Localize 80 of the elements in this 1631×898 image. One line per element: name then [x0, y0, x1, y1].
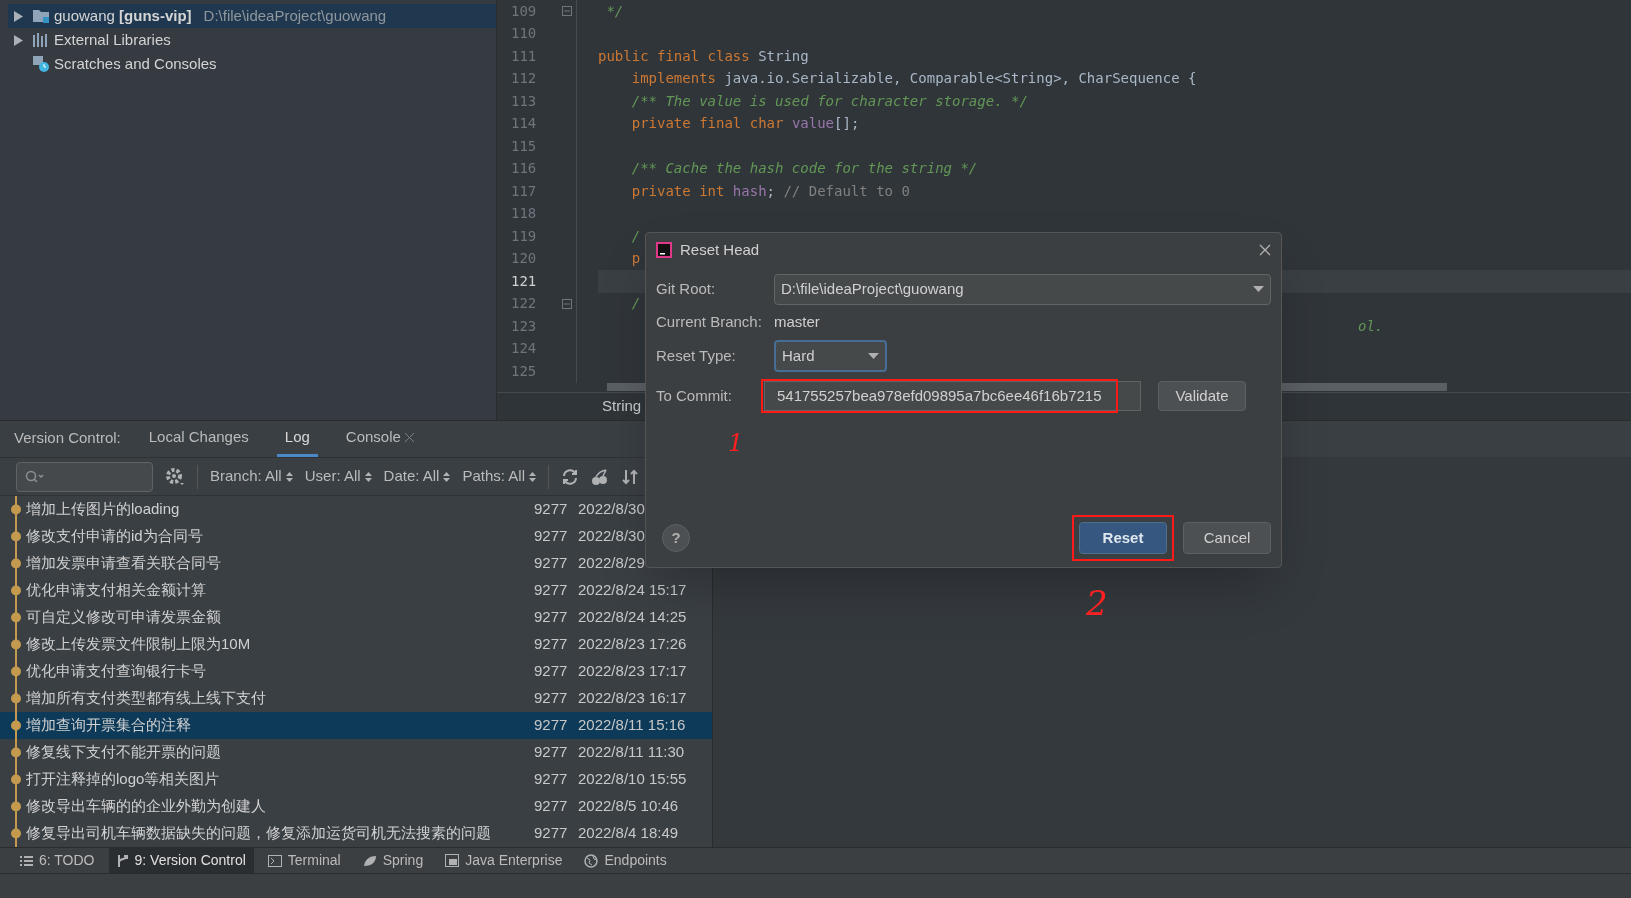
commit-date: 2022/8/30: [578, 527, 645, 545]
field-label: Current Branch:: [656, 311, 763, 332]
commit-message: 增加查询开票集合的注释: [26, 715, 192, 736]
code-line: /** The value is used for character storage. */: [630, 91, 1028, 111]
commit-message: 优化申请支付相关金额计算: [26, 580, 207, 601]
module-path: D:\file\ideaProject\guowang: [203, 5, 387, 26]
line-number: 113: [511, 91, 537, 111]
commit-author: 9277: [534, 580, 569, 601]
commit-date: 2022/8/23 16:17: [578, 689, 687, 707]
commit-author: 9277: [534, 715, 569, 736]
commit-message: 打开注释掉的logo等相关图片: [26, 769, 221, 790]
commit-author: 9277: [534, 742, 569, 763]
code-line: p: [630, 249, 641, 269]
code-line: */: [605, 1, 624, 21]
commit-date: 2022/8/11 15:16: [578, 716, 686, 734]
line-number: 109: [511, 1, 537, 21]
line-number: 116: [511, 159, 537, 179]
commit-message: 修复线下支付不能开票的问题: [26, 742, 222, 763]
line-number: 124: [511, 339, 537, 359]
commit-date: 2022/8/24 15:17: [578, 581, 687, 599]
line-number: 123: [511, 316, 537, 336]
line-number: 117: [511, 181, 537, 201]
commit-date: 2022/8/10 15:55: [578, 770, 687, 788]
commit-date: 2022/8/11 11:30: [578, 743, 685, 761]
commit-message: 修改上传发票文件限制上限为10M: [26, 634, 252, 655]
line-number: 114: [511, 114, 537, 134]
code-line: private int hash; // Default to 0: [630, 181, 910, 201]
line-number: 120: [511, 249, 537, 269]
commit-author: 9277: [534, 769, 569, 790]
commit-author: 9277: [534, 607, 569, 628]
code-line: /** Cache the hash code for the string */: [630, 159, 978, 179]
commit-message: 修改导出车辆的的企业外勤为创建人: [26, 796, 267, 817]
code-line: private final char value[];: [630, 114, 860, 134]
commit-author: 9277: [534, 634, 569, 655]
commit-date: 2022/8/29: [578, 554, 645, 572]
commit-author: 9277: [534, 499, 569, 520]
commit-date: 2022/8/4 18:49: [578, 824, 679, 842]
line-number: 115: [511, 136, 537, 156]
commit-date: 2022/8/30: [578, 500, 645, 518]
code-line: implements java.io.Serializable, Comparable<String>, CharSequence {: [630, 69, 1197, 89]
commit-date: 2022/8/24 14:25: [578, 608, 687, 626]
dialog-title: Reset Head: [680, 239, 761, 260]
line-number: 119: [511, 226, 537, 246]
commit-message: 修复导出司机车辆数据缺失的问题，修复添加运货司机无法搜素的问题: [26, 823, 492, 844]
line-number: 122: [511, 294, 537, 314]
line-number: 112: [511, 69, 537, 89]
commit-message: 可自定义修改可申请发票金额: [26, 607, 222, 628]
field-label: To Commit:: [656, 385, 733, 406]
line-number: 110: [511, 24, 537, 44]
tree-item-label: guowang [guns-vip]: [54, 5, 192, 26]
commit-author: 9277: [534, 688, 569, 709]
commit-message: 修改支付申请的id为合同号: [26, 526, 204, 547]
commit-message: 增加所有支付类型都有线上线下支付: [26, 688, 267, 709]
commit-date: 2022/8/23 17:26: [578, 635, 687, 653]
commit-author: 9277: [534, 553, 569, 574]
commit-date: 2022/8/5 10:46: [578, 797, 679, 815]
commit-message: 增加发票申请查看关联合同号: [26, 553, 222, 574]
branch-name: master: [774, 311, 820, 332]
tree-item-label: External Libraries: [54, 29, 171, 50]
code-line: /: [630, 294, 641, 314]
field-label: Git Root:: [656, 278, 717, 299]
annotation-number: 1: [728, 429, 744, 457]
commit-author: 9277: [534, 823, 569, 844]
code-fragment: ol.: [1358, 316, 1384, 336]
line-number: 118: [511, 204, 537, 224]
line-number: 125: [511, 361, 537, 381]
commit-message: 优化申请支付查询银行卡号: [26, 661, 207, 682]
line-number: 111: [511, 46, 537, 66]
commit-author: 9277: [534, 796, 569, 817]
commit-message: 增加上传图片的loading: [26, 499, 181, 520]
annotation-number: 2: [1086, 582, 1108, 625]
commit-author: 9277: [534, 661, 569, 682]
tool-window-title: Version Control:: [14, 427, 121, 448]
tree-item-label: Scratches and Consoles: [54, 53, 217, 74]
line-number: 121: [511, 271, 537, 291]
commit-author: 9277: [534, 526, 569, 547]
code-line: /: [630, 226, 641, 246]
code-line: public final class String: [598, 46, 809, 66]
field-label: Reset Type:: [656, 345, 737, 366]
commit-date: 2022/8/23 17:17: [578, 662, 687, 680]
